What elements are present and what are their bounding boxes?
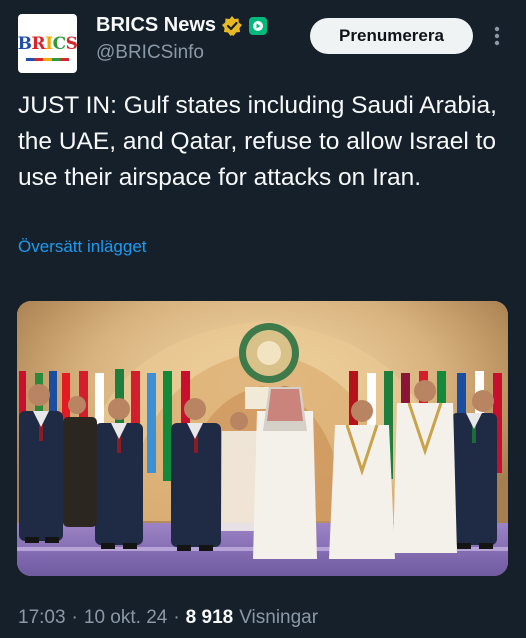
- tweet-date[interactable]: 10 okt. 24: [84, 607, 167, 629]
- subscribe-button[interactable]: Prenumerera: [310, 18, 473, 54]
- group-photo-image: [17, 301, 508, 576]
- tweet-time[interactable]: 17:03: [18, 607, 66, 629]
- tweet-meta: 17:03 · 10 okt. 24 · 8 918 Visningar: [18, 607, 318, 629]
- translate-link[interactable]: Översätt inlägget: [18, 237, 147, 257]
- separator: ·: [71, 607, 78, 628]
- author-name-row: BRICS News: [96, 14, 268, 37]
- gold-verified-badge-icon[interactable]: [222, 15, 243, 36]
- tweet-photo[interactable]: [17, 301, 508, 576]
- separator: ·: [173, 607, 180, 628]
- handle[interactable]: @BRICSinfo: [96, 42, 204, 64]
- vertical-ellipsis-icon[interactable]: [487, 24, 507, 48]
- green-affiliate-badge-icon[interactable]: [248, 16, 268, 36]
- views-label: Visningar: [239, 607, 319, 628]
- display-name[interactable]: BRICS News: [96, 14, 216, 37]
- avatar[interactable]: BRICS: [17, 14, 78, 73]
- brics-logo: BRICS: [17, 33, 78, 54]
- logo-stripe: [26, 58, 69, 61]
- views-count: 8 918: [185, 607, 234, 628]
- tweet-text: JUST IN: Gulf states including Saudi Ara…: [18, 92, 497, 191]
